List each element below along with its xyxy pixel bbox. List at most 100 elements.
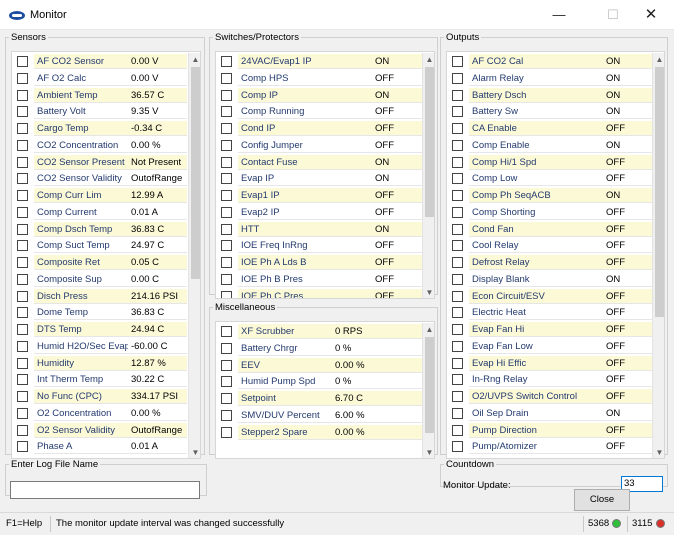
list-row[interactable]: O2 Concentration 0.00 %: [13, 406, 188, 421]
minimize-button[interactable]: —: [536, 0, 582, 30]
row-checkbox[interactable]: [17, 190, 28, 201]
list-row[interactable]: Display Blank ON: [448, 272, 652, 287]
row-checkbox[interactable]: [452, 89, 463, 101]
row-checkbox[interactable]: [452, 257, 463, 268]
list-row[interactable]: Alarm Relay ON: [448, 71, 652, 86]
row-checkbox[interactable]: [17, 223, 28, 235]
scroll-up-icon[interactable]: ▲: [189, 53, 200, 66]
row-checkbox[interactable]: [17, 424, 28, 436]
row-checkbox[interactable]: [452, 156, 463, 168]
list-row[interactable]: CA Enable OFF: [448, 121, 652, 136]
list-row[interactable]: AF CO2 Cal ON: [448, 54, 652, 69]
list-row[interactable]: Electric Heat OFF: [448, 305, 652, 321]
row-checkbox[interactable]: [221, 359, 232, 371]
row-checkbox[interactable]: [17, 357, 28, 369]
row-checkbox[interactable]: [221, 376, 232, 388]
list-row[interactable]: Battery Sw ON: [448, 104, 652, 120]
list-row[interactable]: Comp Running OFF: [217, 104, 422, 120]
row-checkbox[interactable]: [17, 56, 28, 67]
row-checkbox[interactable]: [221, 240, 232, 252]
list-row[interactable]: O2 Sensor Validity OutofRange: [13, 422, 188, 438]
row-checkbox[interactable]: [17, 106, 28, 118]
list-row[interactable]: Evap1 IP OFF: [217, 188, 422, 203]
list-row[interactable]: Stepper2 Spare 0.00 %: [217, 424, 422, 440]
list-row[interactable]: Battery Dsch ON: [448, 87, 652, 103]
list-row[interactable]: Ambient Temp 36.57 C: [13, 87, 188, 103]
list-row[interactable]: Contact Fuse ON: [217, 154, 422, 170]
close-window-button[interactable]: ✕: [628, 0, 674, 30]
list-row[interactable]: Evap IP ON: [217, 171, 422, 187]
row-checkbox[interactable]: [452, 441, 463, 453]
row-checkbox[interactable]: [452, 139, 463, 151]
list-row[interactable]: Cargo Temp -0.34 C: [13, 121, 188, 136]
sensors-list[interactable]: AF CO2 Sensor 0.00 V AF O2 Calc 0.00 V Ambie…: [11, 51, 201, 459]
scroll-thumb[interactable]: [425, 67, 434, 217]
row-checkbox[interactable]: [17, 173, 28, 185]
list-row[interactable]: IOE Ph B Pres OFF: [217, 272, 422, 287]
row-checkbox[interactable]: [221, 173, 232, 185]
row-checkbox[interactable]: [452, 240, 463, 252]
list-row[interactable]: 24VAC/Evap1 IP ON: [217, 54, 422, 69]
list-row[interactable]: Comp Shorting OFF: [448, 205, 652, 220]
row-checkbox[interactable]: [17, 273, 28, 285]
list-row[interactable]: Comp Hi/1 Spd OFF: [448, 154, 652, 170]
log-file-input[interactable]: [10, 481, 200, 499]
row-checkbox[interactable]: [452, 123, 463, 134]
row-checkbox[interactable]: [17, 206, 28, 218]
list-row[interactable]: IOE Ph C Pres OFF: [217, 288, 422, 298]
list-row[interactable]: Humid H2O/Sec Evap -60.00 C: [13, 339, 188, 354]
row-checkbox[interactable]: [221, 190, 232, 201]
row-checkbox[interactable]: [452, 290, 463, 302]
close-button[interactable]: Close: [574, 489, 630, 511]
list-row[interactable]: XF Scrubber 0 RPS: [217, 324, 422, 339]
list-row[interactable]: Config Jumper OFF: [217, 138, 422, 153]
list-row[interactable]: Int Therm Temp 30.22 C: [13, 372, 188, 388]
list-row[interactable]: Econ Circuit/ESV OFF: [448, 288, 652, 304]
scroll-thumb[interactable]: [425, 337, 434, 433]
list-row[interactable]: Comp IP ON: [217, 87, 422, 103]
scroll-down-icon[interactable]: ▼: [189, 446, 200, 458]
row-checkbox[interactable]: [17, 123, 28, 134]
list-row[interactable]: Cond Fan OFF: [448, 221, 652, 237]
sensors-scrollbar[interactable]: ▲ ▼: [188, 53, 200, 458]
list-row[interactable]: Battery Chrgr 0 %: [217, 341, 422, 356]
outputs-scrollbar[interactable]: ▲ ▼: [652, 53, 664, 458]
list-row[interactable]: Cool Relay OFF: [448, 238, 652, 254]
row-checkbox[interactable]: [221, 106, 232, 118]
list-row[interactable]: Comp Current 0.01 A: [13, 205, 188, 220]
list-row[interactable]: CO2 Concentration 0.00 %: [13, 138, 188, 153]
row-checkbox[interactable]: [221, 257, 232, 268]
row-checkbox[interactable]: [452, 173, 463, 185]
row-checkbox[interactable]: [221, 393, 232, 404]
list-row[interactable]: Evap2 IP OFF: [217, 205, 422, 220]
row-checkbox[interactable]: [452, 391, 463, 402]
row-checkbox[interactable]: [17, 324, 28, 335]
list-row[interactable]: Comp Suct Temp 24.97 C: [13, 238, 188, 254]
row-checkbox[interactable]: [452, 206, 463, 218]
list-row[interactable]: Pump Direction OFF: [448, 422, 652, 438]
row-checkbox[interactable]: [452, 273, 463, 285]
list-row[interactable]: Humid Pump Spd 0 %: [217, 374, 422, 390]
list-row[interactable]: CO2 Sensor Validity OutofRange: [13, 171, 188, 187]
misc-scrollbar[interactable]: ▲ ▼: [422, 323, 434, 458]
row-checkbox[interactable]: [221, 56, 232, 67]
list-row[interactable]: EEV 0.00 %: [217, 357, 422, 373]
row-checkbox[interactable]: [221, 426, 232, 438]
list-row[interactable]: Phase A 0.01 A: [13, 439, 188, 455]
list-row[interactable]: CO2 Sensor Present Not Present: [13, 154, 188, 170]
row-checkbox[interactable]: [17, 139, 28, 151]
row-checkbox[interactable]: [452, 340, 463, 352]
list-row[interactable]: Comp Curr Lim 12.99 A: [13, 188, 188, 203]
list-row[interactable]: Evap Fan Low OFF: [448, 339, 652, 354]
row-checkbox[interactable]: [221, 290, 232, 298]
list-row[interactable]: Comp Dsch Temp 36.83 C: [13, 221, 188, 237]
row-checkbox[interactable]: [452, 307, 463, 319]
switches-list[interactable]: 24VAC/Evap1 IP ON Comp HPS OFF Comp IP ON Comp…: [215, 51, 435, 299]
row-checkbox[interactable]: [221, 123, 232, 134]
row-checkbox[interactable]: [17, 72, 28, 84]
row-checkbox[interactable]: [221, 326, 232, 337]
row-checkbox[interactable]: [452, 407, 463, 419]
list-row[interactable]: AF O2 Calc 0.00 V: [13, 71, 188, 86]
row-checkbox[interactable]: [221, 273, 232, 285]
row-checkbox[interactable]: [452, 223, 463, 235]
